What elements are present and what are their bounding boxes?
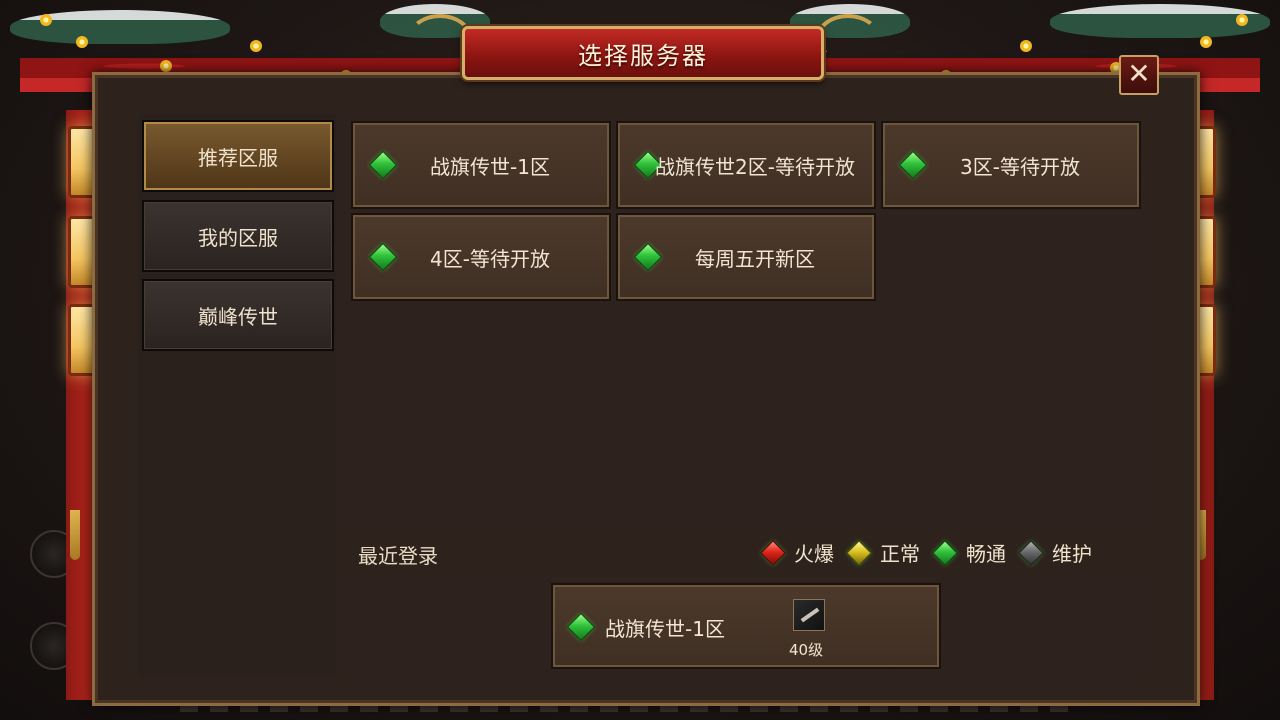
server-item[interactable]: 战旗传世2区-等待开放 — [616, 121, 876, 209]
tab-my-servers[interactable]: 我的区服 — [142, 200, 334, 272]
tab-peak-legend[interactable]: 巅峰传世 — [142, 279, 334, 351]
plum-flower — [1020, 40, 1032, 52]
recent-server-card[interactable]: 战旗传世-1区 40级 — [551, 583, 941, 669]
legend-smooth: 畅通 — [932, 538, 1006, 567]
server-name: 战旗传世-1区 — [430, 155, 550, 179]
plum-flower — [40, 14, 52, 26]
tab-label: 推荐区服 — [198, 145, 278, 170]
plum-flower — [1236, 14, 1248, 26]
dragon-ornament-right — [816, 14, 880, 62]
legend-maintenance: 维护 — [1018, 538, 1092, 567]
window-title: 选择服务器 — [578, 41, 708, 70]
server-name: 战旗传世2区-等待开放 — [655, 155, 855, 179]
status-maintenance-icon — [1018, 539, 1044, 566]
character-sword-icon — [793, 599, 825, 631]
server-name: 每周五开新区 — [695, 247, 815, 271]
server-item[interactable]: 战旗传世-1区 — [351, 121, 611, 209]
tassel-decoration — [70, 510, 80, 560]
plum-flower — [1200, 36, 1212, 48]
legend-label: 维护 — [1052, 542, 1092, 566]
recent-server-name: 战旗传世-1区 — [605, 617, 725, 641]
plum-flower — [76, 36, 88, 48]
server-item[interactable]: 3区-等待开放 — [881, 121, 1141, 209]
server-name: 3区-等待开放 — [960, 155, 1080, 179]
server-item[interactable]: 4区-等待开放 — [351, 213, 611, 301]
tab-panel — [138, 114, 336, 676]
status-legend: 火爆 正常 畅通 维护 — [760, 538, 1108, 567]
character-level: 40级 — [789, 641, 824, 659]
legend-label: 畅通 — [966, 542, 1006, 566]
plum-flower — [160, 60, 172, 72]
close-button[interactable]: ✕ — [1119, 55, 1159, 95]
legend-label: 火爆 — [794, 542, 834, 566]
legend-normal: 正常 — [846, 538, 920, 567]
plum-flower — [250, 40, 262, 52]
status-hot-icon — [760, 539, 786, 566]
tab-recommended-servers[interactable]: 推荐区服 — [142, 120, 334, 192]
tab-label: 我的区服 — [198, 225, 278, 250]
recent-login-label: 最近登录 — [358, 544, 438, 568]
status-smooth-icon — [932, 539, 958, 566]
legend-label: 正常 — [880, 542, 920, 566]
server-item[interactable]: 每周五开新区 — [616, 213, 876, 301]
legend-hot: 火爆 — [760, 538, 834, 567]
tab-label: 巅峰传世 — [198, 304, 278, 329]
title-plaque: 选择服务器 — [462, 26, 824, 80]
status-normal-icon — [846, 539, 872, 566]
server-name: 4区-等待开放 — [430, 247, 550, 271]
status-smooth-icon — [566, 612, 596, 642]
